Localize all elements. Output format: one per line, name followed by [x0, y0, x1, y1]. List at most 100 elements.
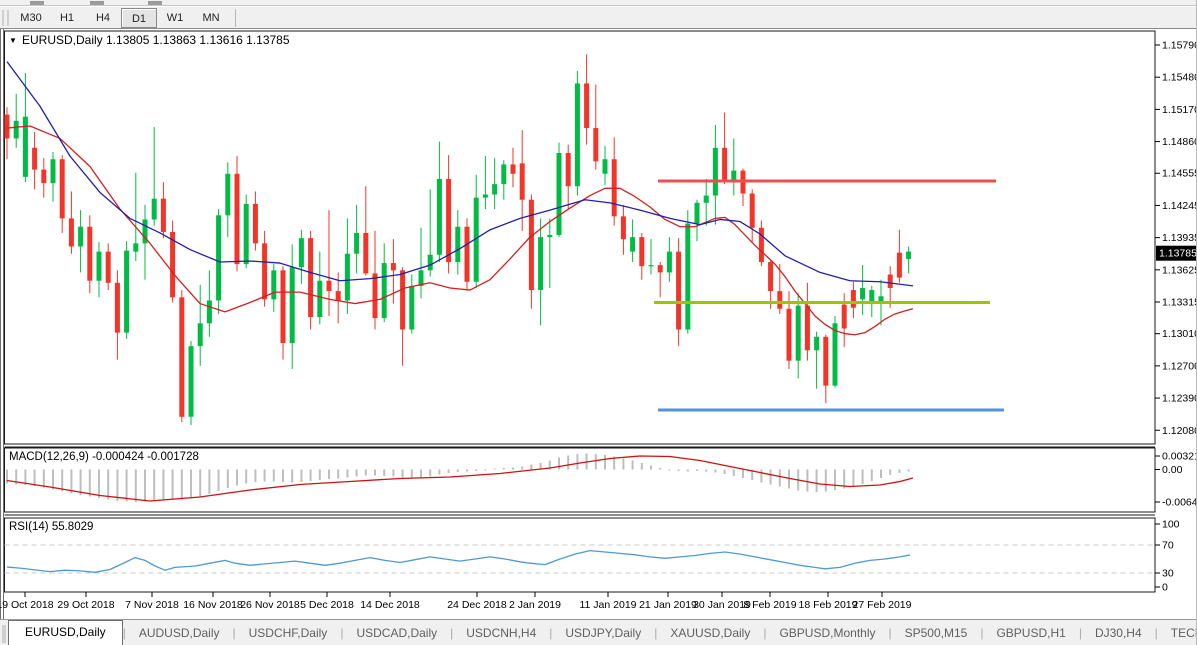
macd-histogram-bar	[558, 458, 560, 470]
candle-body	[851, 290, 856, 308]
price-axis-label: 1.14555	[1162, 168, 1197, 180]
tab-dj30-h4[interactable]: DJ30,H4	[1082, 622, 1155, 645]
candle-body	[170, 232, 175, 297]
tab-usdcad-daily[interactable]: USDCAD,Daily	[343, 622, 450, 645]
macd-histogram-bar	[135, 470, 137, 503]
macd-histogram-bar	[880, 470, 882, 479]
candle-body	[327, 281, 332, 291]
candle-body	[41, 170, 46, 183]
rsi-indicator-label: RSI(14) 55.8029	[9, 521, 93, 533]
timeframe-button-h1[interactable]: H1	[49, 8, 85, 28]
candle-body	[409, 286, 414, 330]
tab-tech100-h1[interactable]: TECH100,H1	[1158, 622, 1197, 645]
macd-histogram-bar	[310, 470, 312, 482]
macd-histogram-bar	[530, 465, 532, 470]
macd-histogram-bar	[107, 470, 109, 500]
candle-body	[511, 164, 516, 173]
macd-histogram-bar	[862, 470, 864, 485]
macd-histogram-bar	[346, 470, 348, 478]
date-axis-label: 14 Dec 2018	[360, 599, 420, 611]
candle-body	[658, 265, 663, 272]
tab-sp500-m15[interactable]: SP500,M15	[892, 622, 981, 645]
macd-histogram-bar	[126, 470, 128, 502]
chart-tab-bar: EURUSD,Daily|AUDUSD,Daily|USDCHF,Daily|U…	[0, 619, 1197, 645]
macd-axis-label: 0.00	[1162, 464, 1183, 476]
tab-eurusd-daily[interactable]: EURUSD,Daily	[8, 620, 123, 645]
candle-body	[593, 128, 598, 161]
price-axis-label: 1.12080	[1162, 425, 1197, 437]
candle-body	[69, 218, 74, 246]
macd-histogram-bar	[825, 470, 827, 492]
candle-body	[621, 216, 626, 239]
tab-audusd-daily[interactable]: AUDUSD,Daily	[126, 622, 233, 645]
timeframe-button-w1[interactable]: W1	[157, 8, 193, 28]
macd-histogram-bar	[650, 466, 652, 470]
macd-histogram-bar	[172, 470, 174, 500]
macd-histogram-bar	[466, 470, 468, 472]
candle-body	[391, 263, 396, 270]
candle-body	[759, 228, 764, 262]
timeframe-button-h4[interactable]: H4	[85, 8, 121, 28]
candle-body	[768, 262, 773, 291]
tab-usdcnh-h4[interactable]: USDCNH,H4	[453, 622, 549, 645]
candle-body	[520, 163, 525, 199]
rsi-panel-frame	[5, 518, 1156, 592]
candle-body	[860, 288, 865, 299]
candle-body	[787, 309, 792, 361]
macd-histogram-bar	[144, 470, 146, 502]
candle-body	[271, 270, 276, 299]
macd-histogram-bar	[696, 470, 698, 472]
macd-histogram-bar	[641, 463, 643, 470]
candle-body	[354, 233, 359, 254]
candle-body	[823, 337, 828, 386]
candle-body	[465, 227, 470, 282]
macd-histogram-bar	[6, 470, 8, 484]
candle-body	[60, 159, 65, 218]
macd-histogram-bar	[429, 470, 431, 477]
tab-usdjpy-daily[interactable]: USDJPY,Daily	[552, 622, 654, 645]
candle-body	[538, 237, 543, 290]
macd-histogram-bar	[199, 470, 201, 497]
chart-area[interactable]: 1.157901.154801.151701.148601.145551.142…	[0, 29, 1197, 619]
candle-body	[382, 263, 387, 318]
macd-histogram-bar	[503, 468, 505, 470]
eurusd-daily-chart[interactable]: 1.157901.154801.151701.148601.145551.142…	[0, 29, 1197, 619]
macd-histogram-bar	[181, 470, 183, 500]
current-price-label: 1.13785	[1159, 248, 1197, 260]
macd-histogram-bar	[632, 461, 634, 470]
macd-histogram-bar	[512, 468, 514, 470]
candle-body	[630, 237, 635, 252]
timeframe-button-d1[interactable]: D1	[121, 8, 157, 28]
candle-body	[796, 306, 801, 361]
candle-body	[446, 179, 451, 262]
macd-histogram-bar	[116, 470, 118, 502]
candle-body	[584, 83, 589, 128]
candle-body	[106, 252, 111, 283]
rsi-line[interactable]	[7, 551, 910, 573]
macd-histogram-bar	[438, 470, 440, 475]
tab-gbpusd-monthly[interactable]: GBPUSD,Monthly	[766, 622, 888, 645]
toolbar-grip[interactable]	[2, 10, 9, 26]
candle-body	[78, 227, 83, 247]
macd-histogram-bar	[494, 469, 496, 470]
tab-bar-grip[interactable]	[2, 625, 6, 643]
candle-body	[161, 199, 166, 232]
macd-histogram-bar	[457, 470, 459, 473]
tab-usdchf-daily[interactable]: USDCHF,Daily	[236, 622, 341, 645]
trading-app-window: M30H1H4D1W1MN 1.157901.154801.151701.148…	[0, 0, 1197, 645]
date-axis-label: 30 Jan 2019	[693, 599, 751, 611]
macd-histogram-bar	[898, 470, 900, 474]
tab-gbpusd-h1[interactable]: GBPUSD,H1	[983, 622, 1078, 645]
macd-histogram-bar	[448, 470, 450, 474]
symbol-dropdown-icon[interactable]: ▼	[9, 36, 17, 45]
toolbar-icon-remnant	[148, 1, 162, 5]
tab-xauusd-daily[interactable]: XAUUSD,Daily	[657, 622, 763, 645]
macd-histogram-bar	[52, 470, 54, 490]
timeframe-button-m30[interactable]: M30	[13, 8, 49, 28]
candle-body	[345, 254, 350, 301]
macd-histogram-bar	[659, 468, 661, 470]
macd-histogram-bar	[420, 470, 422, 478]
timeframe-button-mn[interactable]: MN	[193, 8, 229, 28]
rsi-axis-label: 100	[1162, 519, 1180, 531]
upper-toolbar-remnant	[0, 0, 1197, 6]
